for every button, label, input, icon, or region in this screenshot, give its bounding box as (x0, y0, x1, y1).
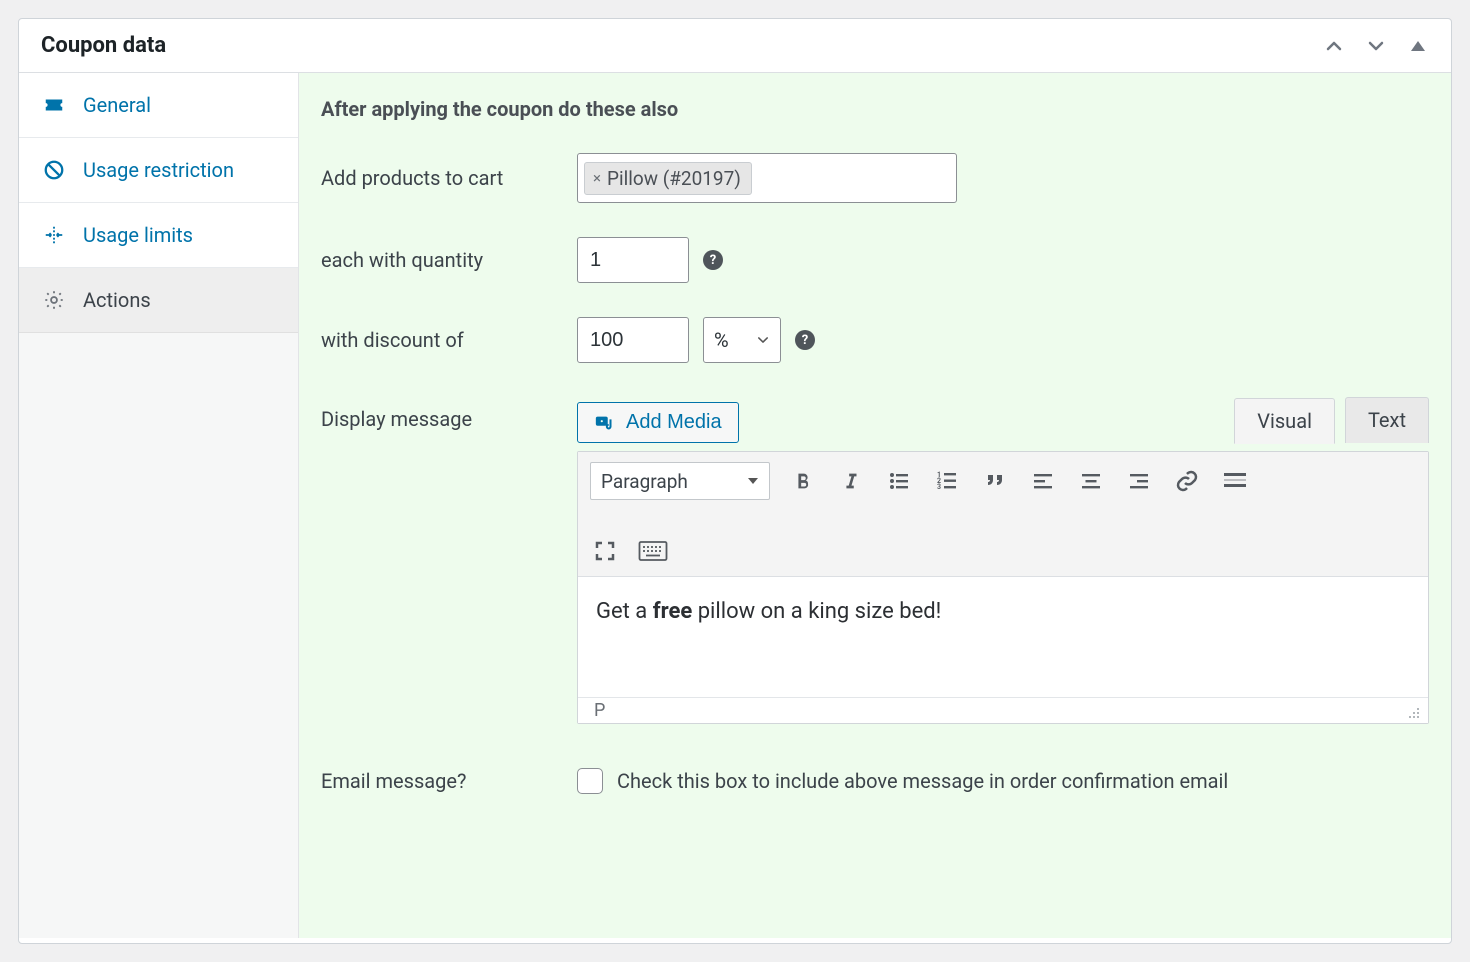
sidebar-item-usage-restriction[interactable]: Usage restriction (19, 138, 298, 203)
message-text-after: pillow on a king size bed! (692, 599, 941, 624)
link-icon[interactable] (1172, 466, 1202, 496)
row-quantity: each with quantity ? (321, 237, 1429, 283)
product-tag-label: Pillow (#20197) (607, 167, 741, 190)
row-email-message: Email message? Check this box to include… (321, 768, 1429, 794)
numbered-list-icon[interactable]: 123 (932, 466, 962, 496)
panel-body: General Usage restriction Usage limits (19, 73, 1451, 938)
discount-unit-value: % (714, 328, 729, 352)
label-discount: with discount of (321, 328, 577, 352)
align-right-icon[interactable] (1124, 466, 1154, 496)
editor-content[interactable]: Get a free pillow on a king size bed! (578, 577, 1428, 697)
format-select[interactable]: Paragraph (590, 462, 770, 500)
align-center-icon[interactable] (1076, 466, 1106, 496)
row-display-message: Display message Add Media Visual (321, 397, 1429, 724)
panel-header-actions (1323, 35, 1429, 57)
email-checkbox[interactable] (577, 768, 603, 794)
sidebar-item-usage-limits[interactable]: Usage limits (19, 203, 298, 268)
label-email-message: Email message? (321, 769, 577, 793)
remove-tag-icon[interactable]: × (591, 169, 603, 187)
label-add-products: Add products to cart (321, 166, 577, 190)
sidebar: General Usage restriction Usage limits (19, 73, 299, 938)
sidebar-item-actions[interactable]: Actions (19, 268, 298, 333)
italic-icon[interactable] (836, 466, 866, 496)
move-down-icon[interactable] (1365, 35, 1387, 57)
help-icon[interactable]: ? (795, 330, 815, 350)
section-heading: After applying the coupon do these also (321, 97, 1429, 121)
ban-icon (43, 159, 65, 181)
label-display-message: Display message (321, 397, 577, 431)
svg-text:3: 3 (937, 483, 941, 491)
editor-statusbar: P (578, 697, 1428, 723)
message-text-before: Get a (596, 599, 653, 624)
read-more-icon[interactable] (1220, 466, 1250, 496)
add-media-label: Add Media (626, 411, 722, 434)
editor-top-row: Add Media Visual Text (577, 397, 1429, 443)
align-left-icon[interactable] (1028, 466, 1058, 496)
row-discount: with discount of % ? (321, 317, 1429, 363)
arrows-in-icon (43, 224, 65, 246)
sidebar-item-label: Usage restriction (83, 158, 234, 182)
bold-icon[interactable] (788, 466, 818, 496)
products-tag-input[interactable]: × Pillow (#20197) (577, 153, 957, 203)
resize-handle-icon[interactable] (1404, 703, 1420, 719)
discount-input[interactable] (577, 317, 689, 363)
sidebar-item-label: Usage limits (83, 223, 193, 247)
panel-title: Coupon data (41, 33, 166, 58)
bullet-list-icon[interactable] (884, 466, 914, 496)
add-media-button[interactable]: Add Media (577, 402, 739, 443)
camera-music-icon (594, 412, 616, 434)
coupon-data-panel: Coupon data G (18, 18, 1452, 944)
editor-path: P (594, 700, 605, 721)
collapse-icon[interactable] (1407, 35, 1429, 57)
keyboard-icon[interactable] (638, 536, 668, 566)
move-up-icon[interactable] (1323, 35, 1345, 57)
panel-header: Coupon data (19, 19, 1451, 73)
gear-icon (43, 289, 65, 311)
sidebar-item-general[interactable]: General (19, 73, 298, 138)
tab-text[interactable]: Text (1345, 397, 1429, 443)
message-text-bold: free (653, 599, 693, 624)
ticket-icon (43, 94, 65, 116)
sidebar-item-label: General (83, 93, 151, 117)
editor-tabs: Visual Text (1234, 397, 1429, 443)
quantity-input[interactable] (577, 237, 689, 283)
quote-icon[interactable] (980, 466, 1010, 496)
editor-toolbar: Paragraph 123 (578, 452, 1428, 577)
help-icon[interactable]: ? (703, 250, 723, 270)
product-tag: × Pillow (#20197) (584, 162, 752, 195)
discount-unit-select[interactable]: % (703, 317, 781, 363)
sidebar-item-label: Actions (83, 288, 151, 312)
wysiwyg-editor: Paragraph 123 (577, 451, 1429, 724)
label-quantity: each with quantity (321, 248, 577, 272)
fullscreen-icon[interactable] (590, 536, 620, 566)
format-select-value: Paragraph (601, 470, 688, 493)
email-checkbox-label: Check this box to include above message … (617, 769, 1228, 793)
tab-visual[interactable]: Visual (1234, 398, 1335, 444)
content-area: After applying the coupon do these also … (299, 73, 1451, 938)
row-add-products: Add products to cart × Pillow (#20197) (321, 153, 1429, 203)
